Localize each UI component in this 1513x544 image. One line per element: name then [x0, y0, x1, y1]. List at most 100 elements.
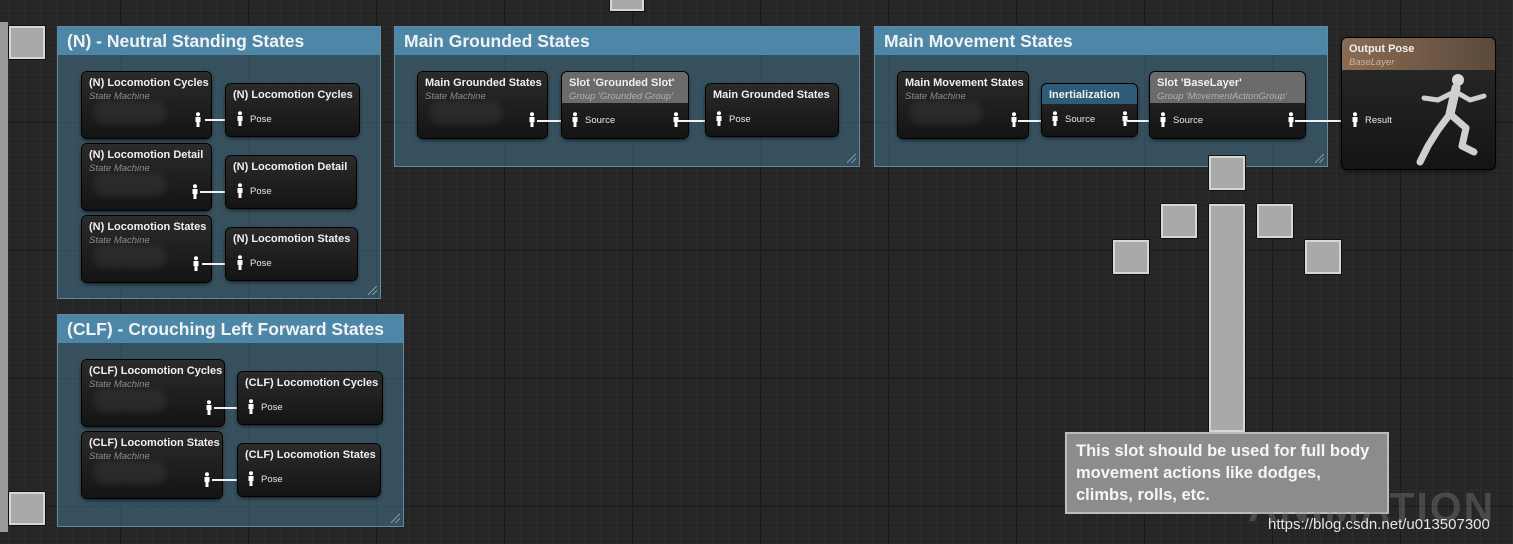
pose-reference-node[interactable]: (N) Locomotion Cycles Pose	[226, 84, 359, 136]
node-subtitle: BaseLayer	[1349, 57, 1395, 68]
node-title: (CLF) Locomotion Cycles	[89, 365, 223, 377]
pose-input-pin-icon[interactable]	[236, 183, 244, 198]
node-title: Output Pose	[1349, 43, 1415, 55]
pose-input-pin-icon[interactable]	[1051, 111, 1059, 126]
node-title: (N) Locomotion Detail	[89, 149, 204, 161]
pose-output-pin-icon[interactable]	[528, 112, 536, 127]
pose-reference-node[interactable]: (N) Locomotion States Pose	[226, 228, 357, 280]
node-title: (N) Locomotion Cycles	[233, 89, 353, 101]
pose-input-pin-icon[interactable]	[236, 255, 244, 270]
node-subtitle: Group 'Grounded Group'	[569, 91, 673, 102]
pose-output-pin-icon[interactable]	[194, 112, 202, 127]
pose-output-pin-icon[interactable]	[192, 256, 200, 271]
comment-title: (N) - Neutral Standing States	[58, 27, 380, 55]
resize-handle[interactable]	[391, 514, 400, 523]
pose-input-pin-icon[interactable]	[1159, 112, 1167, 127]
state-machine-node[interactable]: (CLF) Locomotion Cycles State Machine	[82, 360, 224, 426]
pose-input-pin-icon[interactable]	[236, 111, 244, 126]
node-title: (CLF) Locomotion Cycles	[245, 377, 379, 389]
pose-input-pin-icon[interactable]	[247, 471, 255, 486]
node-preview	[910, 102, 982, 124]
comment-title: Main Movement States	[875, 27, 1327, 55]
state-machine-node[interactable]: Main Movement States State Machine	[898, 72, 1028, 138]
reroute-node[interactable]	[1305, 240, 1341, 274]
node-preview	[94, 246, 166, 268]
reroute-node[interactable]	[1257, 204, 1293, 238]
pose-output-pin-icon[interactable]	[1121, 111, 1129, 126]
slot-node[interactable]: Slot 'BaseLayer' Group 'MovementActionGr…	[1150, 72, 1305, 138]
node-preview	[94, 102, 166, 124]
node-subtitle: State Machine	[89, 451, 150, 462]
pin-label: Source	[1065, 114, 1096, 125]
resize-handle[interactable]	[1315, 154, 1324, 163]
pin-label: Pose	[250, 186, 272, 197]
reroute-node[interactable]	[610, 0, 644, 11]
node-title: (N) Locomotion States	[89, 221, 207, 233]
graph-left-edge	[0, 22, 8, 532]
pose-reference-node[interactable]: (N) Locomotion Detail Pose	[226, 156, 356, 208]
resize-handle[interactable]	[847, 154, 856, 163]
pose-reference-node[interactable]: (CLF) Locomotion Cycles Pose	[238, 372, 382, 424]
reroute-node[interactable]	[9, 26, 45, 59]
node-title: (N) Locomotion Cycles	[89, 77, 209, 89]
state-machine-node[interactable]: (CLF) Locomotion States State Machine	[82, 432, 222, 498]
resize-handle[interactable]	[368, 286, 377, 295]
pin-label: Pose	[250, 258, 272, 269]
pin-label: Pose	[250, 114, 272, 125]
state-machine-node[interactable]: Main Grounded States State Machine	[418, 72, 547, 138]
pose-reference-node[interactable]: (CLF) Locomotion States Pose	[238, 444, 380, 496]
pin-label: Source	[1173, 115, 1204, 126]
node-title: (CLF) Locomotion States	[89, 437, 220, 449]
reroute-node[interactable]	[1113, 240, 1149, 274]
node-subtitle: State Machine	[89, 235, 150, 246]
pin-label: Source	[585, 115, 616, 126]
node-subtitle: State Machine	[425, 91, 486, 102]
node-title: Slot 'Grounded Slot'	[569, 77, 675, 89]
node-preview	[94, 462, 166, 484]
node-preview	[94, 390, 166, 412]
pose-output-pin-icon[interactable]	[191, 184, 199, 199]
comment-title: (CLF) - Crouching Left Forward States	[58, 315, 403, 343]
pose-input-pin-icon[interactable]	[715, 111, 723, 126]
inertialization-node[interactable]: Inertialization Source	[1042, 84, 1137, 136]
node-title: (N) Locomotion Detail	[233, 161, 348, 173]
reroute-bar[interactable]	[1209, 204, 1245, 432]
state-machine-node[interactable]: (N) Locomotion States State Machine	[82, 216, 211, 282]
node-title: Main Movement States	[905, 77, 1024, 89]
slot-node[interactable]: Slot 'Grounded Slot' Group 'Grounded Gro…	[562, 72, 688, 138]
pin-label: Pose	[261, 402, 283, 413]
pose-output-pin-icon[interactable]	[1010, 112, 1018, 127]
node-title: Slot 'BaseLayer'	[1157, 77, 1242, 89]
node-title: (N) Locomotion States	[233, 233, 351, 245]
node-subtitle: State Machine	[905, 91, 966, 102]
pin-label: Result	[1365, 115, 1392, 126]
state-machine-node[interactable]: (N) Locomotion Detail State Machine	[82, 144, 211, 210]
source-url: https://blog.csdn.net/u013507300	[1268, 516, 1490, 533]
pose-output-pin-icon[interactable]	[203, 472, 211, 487]
node-title: Main Grounded States	[713, 89, 830, 101]
reroute-node[interactable]	[1161, 204, 1197, 238]
node-preview	[430, 102, 502, 124]
node-subtitle: State Machine	[89, 91, 150, 102]
pose-reference-node[interactable]: Main Grounded States Pose	[706, 84, 838, 136]
node-title: Main Grounded States	[425, 77, 542, 89]
pin-label: Pose	[729, 114, 751, 125]
mannequin-icon	[1416, 74, 1487, 166]
pose-output-pin-icon[interactable]	[205, 400, 213, 415]
node-title: Inertialization	[1049, 89, 1120, 101]
node-preview	[94, 174, 166, 196]
pose-input-pin-icon[interactable]	[247, 399, 255, 414]
pose-input-pin-icon[interactable]	[1351, 112, 1359, 127]
pose-output-pin-icon[interactable]	[1287, 112, 1295, 127]
state-machine-node[interactable]: (N) Locomotion Cycles State Machine	[82, 72, 211, 138]
comment-title: Main Grounded States	[395, 27, 859, 55]
node-subtitle: Group 'MovementActionGroup'	[1157, 91, 1287, 102]
pin-label: Pose	[261, 474, 283, 485]
reroute-node[interactable]	[1209, 156, 1245, 190]
reroute-node[interactable]	[9, 492, 45, 525]
node-subtitle: State Machine	[89, 163, 150, 174]
node-subtitle: State Machine	[89, 379, 150, 390]
node-title: (CLF) Locomotion States	[245, 449, 376, 461]
pose-input-pin-icon[interactable]	[571, 112, 579, 127]
output-pose-node[interactable]: Output Pose BaseLayer Result	[1342, 38, 1495, 169]
